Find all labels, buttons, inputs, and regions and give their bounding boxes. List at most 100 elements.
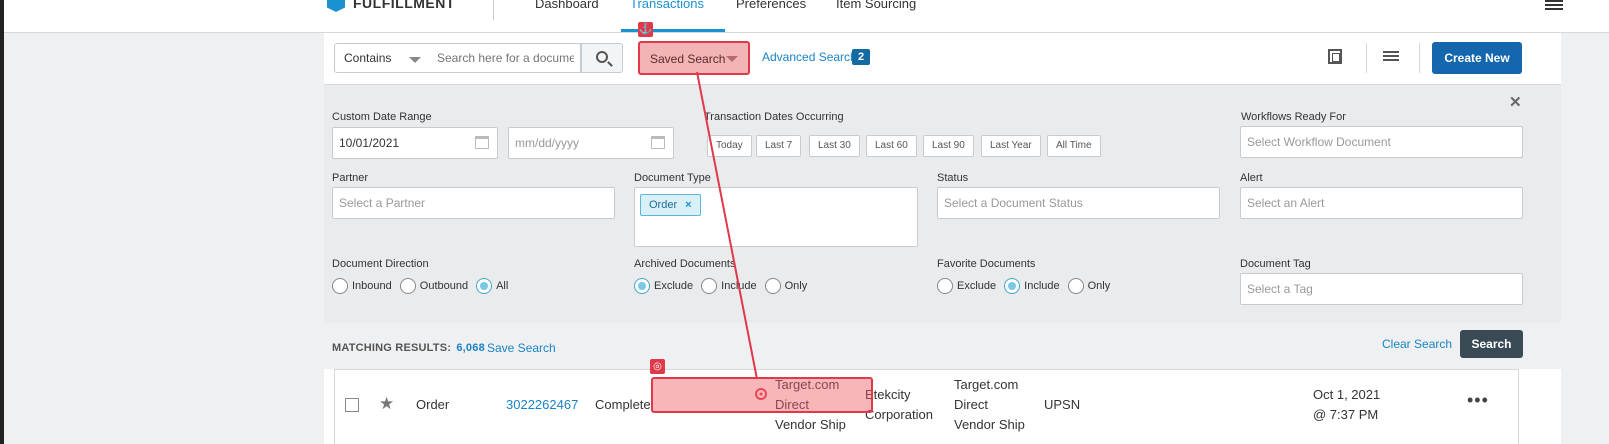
- range-last60-button[interactable]: Last 60: [866, 135, 917, 157]
- clear-search-link[interactable]: Clear Search: [1382, 337, 1452, 351]
- favorite-radio-group: Exclude Include Only: [937, 278, 1118, 294]
- doc-number-link[interactable]: 3022262467: [506, 395, 578, 415]
- date-to-field[interactable]: mm/dd/yyyy: [508, 127, 674, 159]
- direction-inbound[interactable]: Inbound: [332, 278, 392, 294]
- doctype-chip-label: Order: [649, 199, 678, 211]
- direction-all[interactable]: All: [476, 278, 508, 294]
- carrier-cell: UPSN: [1044, 397, 1081, 412]
- brand-name: FULFILLMENT: [353, 0, 455, 11]
- sender-line: Vendor Ship: [775, 417, 846, 432]
- radio-button[interactable]: [634, 278, 650, 294]
- archived-label: Archived Documents: [634, 258, 736, 270]
- favorite-include[interactable]: Include: [1004, 278, 1060, 294]
- radio-label: Exclude: [957, 280, 997, 292]
- archived-include[interactable]: Include: [701, 278, 757, 294]
- results-summary: MATCHING RESULTS: 6,068: [332, 342, 485, 354]
- doc-type-cell: Order: [416, 397, 450, 412]
- radio-button[interactable]: [1004, 278, 1021, 294]
- status-select[interactable]: Select a Document Status: [937, 187, 1220, 219]
- occurring-label: Transaction Dates Occurring: [704, 111, 844, 123]
- radio-label: Include: [1024, 280, 1060, 292]
- range-last7-button[interactable]: Last 7: [756, 135, 802, 157]
- favorite-exclude[interactable]: Exclude: [937, 278, 996, 294]
- close-icon[interactable]: ✕: [1509, 93, 1522, 111]
- calendar-icon[interactable]: [475, 136, 489, 149]
- advanced-search-panel: ✕ Custom Date Range 10/01/2021 mm/dd/yyy…: [324, 85, 1561, 323]
- date-from-field[interactable]: 10/01/2021: [332, 127, 498, 159]
- results-label: MATCHING RESULTS:: [332, 342, 452, 354]
- nav-transactions[interactable]: Transactions: [630, 0, 704, 11]
- partner-select[interactable]: Select a Partner: [332, 187, 615, 219]
- more-actions-icon[interactable]: •••: [1467, 390, 1489, 411]
- tag-label: Document Tag: [1240, 258, 1311, 270]
- doctype-select[interactable]: Order ×: [634, 187, 918, 247]
- archived-only[interactable]: Only: [764, 278, 808, 294]
- date-line: Oct 1, 2021: [1313, 387, 1381, 402]
- cube-logo-icon: [327, 0, 345, 12]
- sender-line: Direct: [775, 397, 809, 412]
- range-all-time-button[interactable]: All Time: [1047, 135, 1101, 157]
- radio-button[interactable]: [1067, 278, 1084, 294]
- tag-select[interactable]: Select a Tag: [1240, 273, 1523, 305]
- save-search-link[interactable]: Save Search: [487, 341, 556, 355]
- menu-icon[interactable]: [1545, 0, 1563, 10]
- direction-outbound[interactable]: Outbound: [399, 278, 469, 294]
- favorite-only[interactable]: Only: [1067, 278, 1110, 294]
- nav-preferences[interactable]: Preferences: [736, 0, 806, 11]
- toolbar-divider: [1419, 43, 1420, 73]
- advanced-search-link[interactable]: Advanced Search: [762, 50, 857, 64]
- range-last90-button[interactable]: Last 90: [923, 135, 974, 157]
- search-icon: [596, 51, 608, 63]
- toolbar-divider: [1366, 43, 1367, 73]
- radio-button[interactable]: [399, 278, 416, 294]
- radio-button[interactable]: [332, 278, 348, 294]
- search-toolbar: Contains ⚓ Saved Search Advanced Search …: [324, 22, 1561, 85]
- radio-label: Include: [721, 280, 757, 292]
- radio-button[interactable]: [764, 278, 781, 294]
- card-view-icon[interactable]: [1328, 49, 1342, 64]
- search-submit-button[interactable]: Search: [1460, 330, 1523, 358]
- range-today-button[interactable]: Today: [707, 135, 752, 157]
- radio-button[interactable]: [476, 278, 493, 294]
- receiver-cell: Target.com Direct Vendor Ship: [954, 375, 1025, 435]
- search-button[interactable]: [581, 43, 623, 73]
- radio-label: Only: [784, 280, 808, 292]
- vendor-line: Corporation: [865, 407, 933, 422]
- table-row[interactable]: ★ Order 3022262467 Complete Target.com D…: [334, 369, 1519, 444]
- saved-search-dropdown[interactable]: Saved Search: [638, 41, 750, 75]
- star-icon[interactable]: ★: [379, 394, 394, 414]
- alert-select[interactable]: Select an Alert: [1240, 187, 1523, 219]
- radio-button[interactable]: [701, 278, 718, 294]
- radio-label: Outbound: [419, 280, 469, 292]
- row-checkbox[interactable]: [345, 398, 359, 412]
- calendar-icon[interactable]: [651, 136, 665, 149]
- nav-item-sourcing[interactable]: Item Sourcing: [836, 0, 916, 11]
- results-count: 6,068: [456, 342, 485, 354]
- alert-label: Alert: [1240, 172, 1263, 184]
- receiver-line: Vendor Ship: [954, 417, 1025, 432]
- anchor-marker-icon: ⚓: [638, 22, 653, 37]
- nav-dashboard[interactable]: Dashboard: [535, 0, 599, 11]
- list-view-icon[interactable]: [1383, 51, 1399, 62]
- range-last30-button[interactable]: Last 30: [809, 135, 860, 157]
- saved-search-label: Saved Search: [650, 52, 726, 66]
- tag-placeholder: Select a Tag: [1247, 282, 1313, 296]
- workflows-select[interactable]: Select Workflow Document: [1240, 126, 1523, 158]
- sender-line: Target.com: [775, 377, 840, 392]
- receiver-line: Direct: [954, 397, 988, 412]
- radio-label: All: [496, 280, 509, 292]
- search-input[interactable]: [431, 43, 581, 73]
- doctype-chip: Order ×: [640, 194, 701, 216]
- status-placeholder: Select a Document Status: [944, 196, 1083, 210]
- range-last-year-button[interactable]: Last Year: [981, 135, 1041, 157]
- archived-exclude[interactable]: Exclude: [634, 278, 693, 294]
- remove-chip-icon[interactable]: ×: [685, 199, 691, 211]
- radio-button[interactable]: [937, 278, 953, 294]
- vendor-line: Etekcity: [865, 387, 911, 402]
- match-mode-select[interactable]: Contains: [334, 43, 432, 73]
- brand[interactable]: FULFILLMENT: [327, 0, 455, 13]
- left-gutter: [4, 33, 324, 444]
- vendor-cell: Etekcity Corporation: [865, 385, 933, 425]
- create-new-button[interactable]: Create New: [1432, 42, 1522, 74]
- results-bar: MATCHING RESULTS: 6,068 Save Search Clea…: [324, 323, 1561, 369]
